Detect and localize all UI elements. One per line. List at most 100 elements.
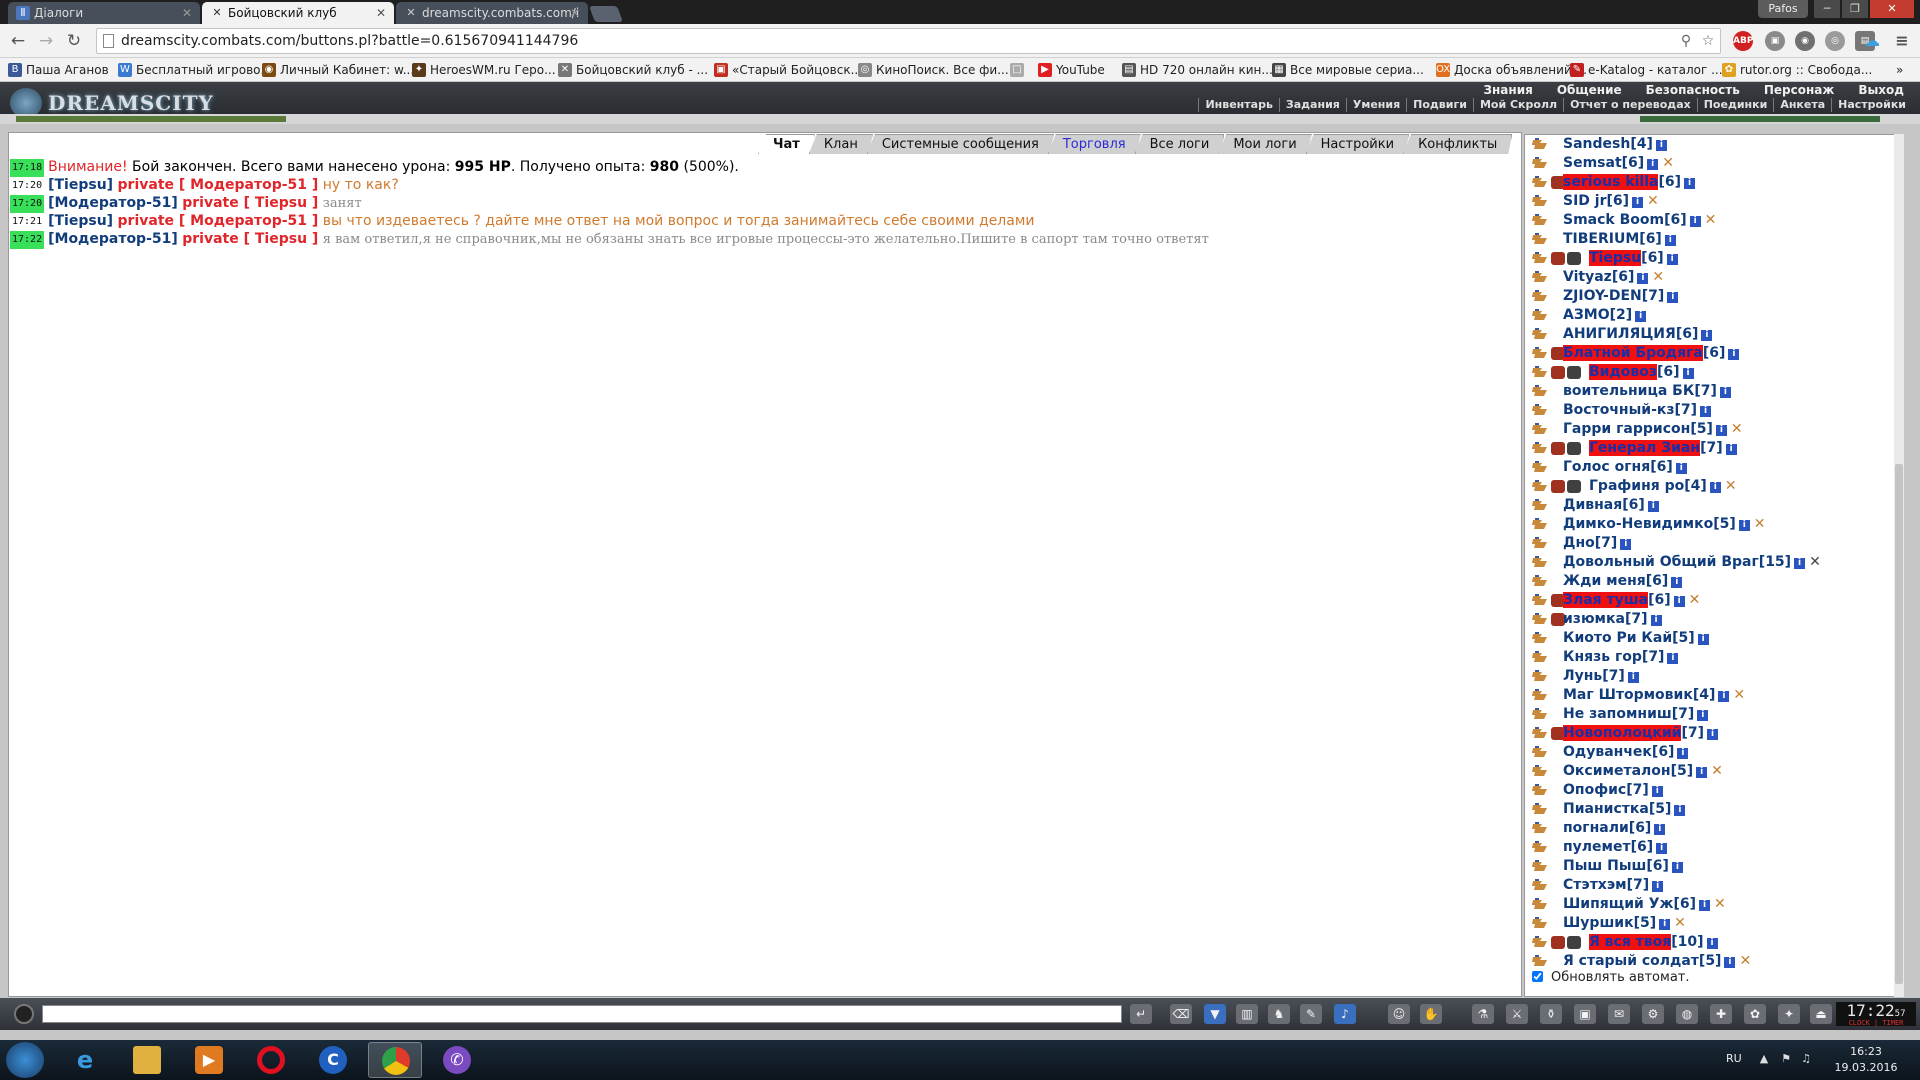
taskbar-viber[interactable]: ✆ [430, 1042, 484, 1078]
sender-nick[interactable]: [Tiepsu] [48, 213, 113, 229]
ship-icon[interactable] [1531, 498, 1549, 513]
ship-icon[interactable] [1531, 612, 1549, 627]
user-nick[interactable]: изюмка [1563, 611, 1625, 627]
browser-tab-dialogs[interactable]: Ⅱ Діалоги ✕ [8, 2, 200, 24]
battle-x-icon[interactable]: ✕ [1689, 592, 1701, 608]
chat-tab[interactable]: Чат [758, 134, 815, 154]
private-recipient[interactable]: private [ Tiepsu ] [182, 231, 318, 247]
info-icon[interactable]: i [1673, 596, 1685, 607]
user-nick[interactable]: Стэтхэм [1563, 877, 1627, 893]
auto-refresh-checkbox[interactable]: Обновлять автомат. [1532, 970, 1690, 985]
user-nick[interactable]: serious killa [1563, 174, 1659, 190]
info-icon[interactable]: i [1671, 577, 1683, 588]
emoticon-icon[interactable]: ☺ [1388, 1004, 1410, 1024]
battle-x-icon[interactable]: ✕ [1733, 687, 1745, 703]
hands-icon[interactable]: ✋ [1420, 1004, 1442, 1024]
ship-icon[interactable] [1531, 745, 1549, 760]
info-icon[interactable]: i [1724, 957, 1736, 968]
ship-icon[interactable] [1531, 422, 1549, 437]
taskbar-chrome[interactable] [368, 1042, 422, 1078]
ship-icon[interactable] [1531, 840, 1549, 855]
fighter-icon[interactable]: ♞ [1268, 1004, 1290, 1024]
user-nick[interactable]: Генерал Зиан [1589, 440, 1701, 456]
info-icon[interactable]: i [1674, 805, 1686, 816]
top-menu-item[interactable]: Общение [1557, 83, 1622, 97]
close-icon[interactable]: ✕ [182, 2, 192, 24]
info-icon[interactable]: i [1664, 235, 1676, 246]
bookmark-item[interactable]: ▣ «Старый Бойцовск... [714, 61, 862, 79]
user-nick[interactable]: Маг Штормовик [1563, 687, 1693, 703]
top-menu-item[interactable]: Знания [1483, 83, 1532, 97]
info-icon[interactable]: i [1728, 349, 1740, 360]
bookmark-item[interactable]: W Бесплатный игрово... [118, 61, 272, 79]
info-icon[interactable]: i [1654, 824, 1666, 835]
ship-icon[interactable] [1531, 137, 1549, 152]
ship-icon[interactable] [1531, 726, 1549, 741]
ship-icon[interactable] [1531, 935, 1549, 950]
sub-menu-item[interactable]: Отчет о переводах [1563, 98, 1697, 112]
user-nick[interactable]: Опофис [1563, 782, 1626, 798]
ship-icon[interactable] [1531, 650, 1549, 665]
bookmark-item[interactable]: ▤ HD 720 онлайн кин... [1122, 61, 1273, 79]
info-icon[interactable]: i [1699, 900, 1711, 911]
extension-icon[interactable]: ▣ [1765, 31, 1785, 51]
user-nick[interactable]: Шипящий Уж [1563, 896, 1673, 912]
info-icon[interactable]: i [1647, 159, 1659, 170]
pencil-icon[interactable]: ✎ [1300, 1004, 1322, 1024]
info-icon[interactable]: i [1706, 938, 1718, 949]
info-icon[interactable]: i [1635, 311, 1647, 322]
user-nick[interactable]: Я вся твоя [1589, 934, 1672, 950]
send-icon[interactable]: ↵ [1130, 1004, 1152, 1024]
taskbar-ccleaner[interactable]: C [306, 1042, 360, 1078]
new-tab-button[interactable] [589, 6, 623, 22]
browser-tab-dreamscity[interactable]: ✕ dreamscity.combats.com/i ✕ [396, 2, 588, 24]
user-nick[interactable]: погнали [1563, 820, 1629, 836]
bookmarks-overflow-icon[interactable]: » [1896, 61, 1903, 79]
info-icon[interactable]: i [1689, 216, 1701, 227]
battle-x-icon[interactable]: ✕ [1739, 953, 1751, 969]
ship-icon[interactable] [1531, 175, 1549, 190]
music-icon[interactable]: ♪ [1334, 1004, 1356, 1024]
zoom-icon[interactable]: ⚲ [1677, 32, 1695, 50]
bookmark-item[interactable]: ▦ Все мировые сериа... [1272, 61, 1424, 79]
info-icon[interactable]: i [1718, 691, 1730, 702]
clan-badge-icon[interactable] [1567, 480, 1581, 493]
ship-icon[interactable] [1531, 289, 1549, 304]
user-nick[interactable]: Довольный Общий Враг [1563, 554, 1759, 570]
sender-nick[interactable]: [Модератор-51] [48, 195, 178, 211]
ship-icon[interactable] [1531, 821, 1549, 836]
bookmark-item[interactable]: ▶ YouTube [1038, 61, 1105, 79]
info-icon[interactable]: i [1652, 881, 1664, 892]
user-nick[interactable]: Голос огня [1563, 459, 1650, 475]
info-icon[interactable]: i [1620, 539, 1632, 550]
info-icon[interactable]: i [1651, 786, 1663, 797]
info-icon[interactable]: i [1709, 482, 1721, 493]
ship-icon[interactable] [1531, 479, 1549, 494]
user-nick[interactable]: Дно [1563, 535, 1595, 551]
user-nick[interactable]: Sandesh [1563, 136, 1630, 152]
browser-tab-fight-club[interactable]: ✕ Бойцовский клуб ✕ [202, 2, 394, 24]
bookmark-item[interactable]: ✎ e-Katalog - каталог ... [1570, 61, 1723, 79]
user-nick[interactable]: Злая туша [1563, 592, 1649, 608]
info-icon[interactable]: i [1684, 178, 1696, 189]
ship-icon[interactable] [1531, 156, 1549, 171]
user-nick[interactable]: Пыш Пыш [1563, 858, 1646, 874]
chat-tab[interactable]: Системные сообщения [867, 134, 1054, 154]
top-menu-item[interactable]: Безопасность [1646, 83, 1740, 97]
user-nick[interactable]: Князь гор [1563, 649, 1642, 665]
private-recipient[interactable]: private [ Модератор-51 ] [118, 213, 319, 229]
user-nick[interactable]: Tiepsu [1589, 250, 1642, 266]
info-icon[interactable]: i [1794, 558, 1806, 569]
bookmark-item[interactable]: ✦ HeroesWM.ru Геро... [412, 61, 556, 79]
top-menu-item[interactable]: Персонаж [1764, 83, 1834, 97]
close-icon[interactable]: ✕ [570, 2, 580, 24]
gift-icon[interactable]: ✚ [1710, 1004, 1732, 1024]
chat-tab[interactable]: Торговля [1048, 134, 1141, 154]
ship-icon[interactable] [1531, 517, 1549, 532]
sub-menu-item[interactable]: Поединки [1696, 98, 1774, 112]
bookmark-star-icon[interactable]: ☆ [1699, 32, 1717, 50]
message-timestamp[interactable]: 17:18 [10, 159, 45, 177]
user-nick[interactable]: Графиня ро [1589, 478, 1684, 494]
clan-badge-icon[interactable] [1551, 936, 1565, 949]
ship-icon[interactable] [1531, 251, 1549, 266]
